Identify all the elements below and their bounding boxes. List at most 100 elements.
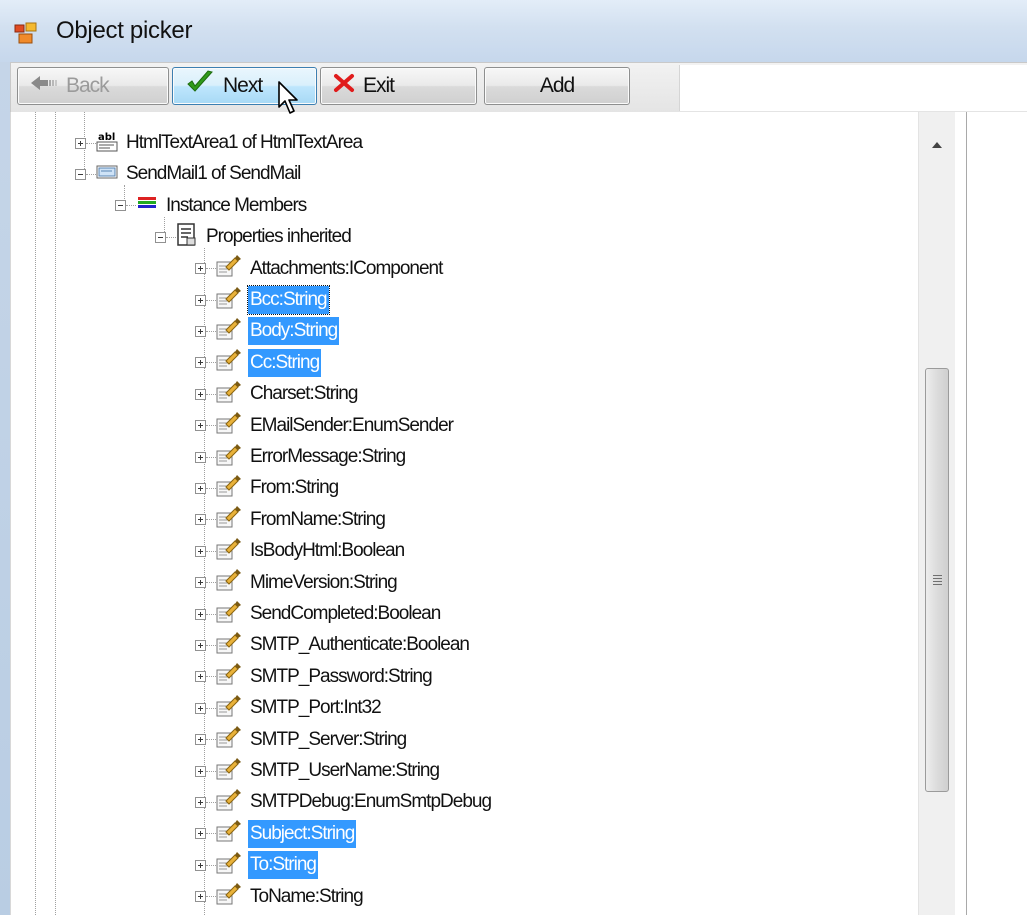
tree-node-label: ToName:String [250,885,364,907]
tree-ancestor-line [55,112,56,915]
back-label: Back [66,74,110,97]
property-icon [216,662,242,691]
tree-node-label: SMTP_Port:Int32 [250,697,382,719]
tree-connector-line [206,393,216,395]
exit-button[interactable]: Exit [320,67,477,105]
tree-node[interactable]: To:String [195,851,318,880]
tree-node[interactable]: SMTP_Password:String [195,663,434,691]
expand-plus-icon[interactable] [195,545,206,557]
tree-vertical-scrollbar[interactable] [918,112,955,915]
tree-node[interactable]: Cc:String [195,348,322,377]
tree-node-label: SendCompleted:Boolean [250,603,441,624]
expand-plus-icon[interactable] [195,608,206,620]
tree-node[interactable]: SendCompleted:Boolean [195,600,442,628]
tree-node[interactable]: SMTP_UserName:String [195,757,441,785]
expand-plus-icon[interactable] [195,765,206,777]
tree-node-label: Instance Members [166,194,307,216]
property-icon [216,694,242,723]
tree-connector-line [206,801,216,803]
add-button[interactable]: Add [484,67,630,105]
tree-node[interactable]: SMTP_Server:String [195,726,408,754]
tree-node[interactable]: SendMail1 of SendMail [75,160,302,188]
tree-node[interactable]: FromName:String [195,506,387,534]
tree-connector-line [206,770,216,772]
collapse-minus-icon[interactable] [75,168,86,180]
tree-node-label: Subject:String [248,819,357,848]
expand-plus-icon[interactable] [195,263,206,275]
property-icon [216,631,242,660]
expand-plus-icon[interactable] [195,357,206,369]
tree-node[interactable]: Charset:String [195,380,359,408]
tree-node[interactable]: Bcc:String [195,285,330,315]
tree-connector-line [206,268,216,270]
mouse-pointer-icon [278,81,302,122]
tree-connector-line [206,519,216,521]
expand-plus-icon[interactable] [195,577,206,589]
tree-connector-line [206,644,216,646]
tree-connector-line [206,456,216,458]
tree-connector-line [86,142,96,144]
tree-node[interactable]: SMTPDebug:EnumSmtpDebug [195,788,493,816]
collapse-minus-icon[interactable] [155,231,166,243]
scrollbar-grip-icon [933,575,942,587]
tree-node[interactable]: Attachments:IComponent [195,255,444,283]
expand-plus-icon[interactable] [195,859,206,871]
tree-node[interactable]: ErrorMessage:String [195,443,407,471]
expand-plus-icon[interactable] [195,420,206,432]
expand-plus-icon[interactable] [195,891,206,903]
tree-connector-line [206,739,216,741]
next-label: Next [223,74,263,97]
collapse-minus-icon[interactable] [115,200,126,212]
tree-node[interactable]: ToName:String [195,883,365,911]
expand-plus-icon[interactable] [195,451,206,463]
tree-connector-line [206,487,216,489]
expand-plus-icon[interactable] [195,482,206,494]
expand-plus-icon[interactable] [195,514,206,526]
property-icon [216,286,242,315]
property-icon [216,757,242,786]
property-icon [216,505,242,534]
tree-node-label: SMTP_Password:String [250,665,433,687]
toolbar-text-field[interactable] [679,65,1027,111]
expand-plus-icon[interactable] [195,702,206,714]
property-icon [216,788,242,817]
expand-plus-icon[interactable] [195,796,206,808]
expand-plus-icon[interactable] [75,137,86,149]
property-icon [216,254,242,283]
expand-plus-icon[interactable] [195,294,206,306]
expand-plus-icon[interactable] [195,388,206,400]
scrollbar-thumb[interactable] [925,368,949,792]
property-icon [216,411,242,440]
tree-node[interactable]: MimeVersion:String [195,569,399,597]
expand-plus-icon[interactable] [195,734,206,746]
tree-node[interactable]: Instance Members [115,192,308,220]
tree-node[interactable]: EMailSender:EnumSender [195,412,455,440]
close-x-icon [333,73,355,99]
instance-members-icon [136,196,158,215]
svg-text:abl: abl [98,132,115,143]
expand-plus-icon[interactable] [195,828,206,840]
property-icon [216,725,242,754]
tree-connector-line [126,205,136,207]
expand-plus-icon[interactable] [195,639,206,651]
back-arrow-icon [30,74,58,98]
tree-node-label: Charset:String [250,383,358,405]
tree-node[interactable]: SMTP_Authenticate:Boolean [195,631,471,659]
tree-node[interactable]: Properties inherited [155,222,353,252]
tree-node-label: EMailSender:EnumSender [250,414,454,436]
object-tree[interactable]: abl HtmlTextArea1 of HtmlTextArea SendMail… [10,112,966,915]
back-button[interactable]: Back [17,67,169,105]
tree-node[interactable]: IsBodyHtml:Boolean [195,537,406,565]
tree-node[interactable]: abl HtmlTextArea1 of HtmlTextArea [75,129,364,157]
properties-inherited-icon [176,222,198,252]
tree-connector-line [206,550,216,552]
tree-node[interactable]: Body:String [195,317,340,346]
tree-node[interactable]: From:String [195,474,340,502]
scroll-up-arrow-icon[interactable] [919,128,955,162]
expand-plus-icon[interactable] [195,325,206,337]
tree-node[interactable]: Subject:String [195,819,357,848]
property-icon [216,819,242,848]
tree-node[interactable]: SMTP_Port:Int32 [195,694,383,722]
expand-plus-icon[interactable] [195,671,206,683]
toolbar: Back Next Exit Add [10,62,1027,113]
